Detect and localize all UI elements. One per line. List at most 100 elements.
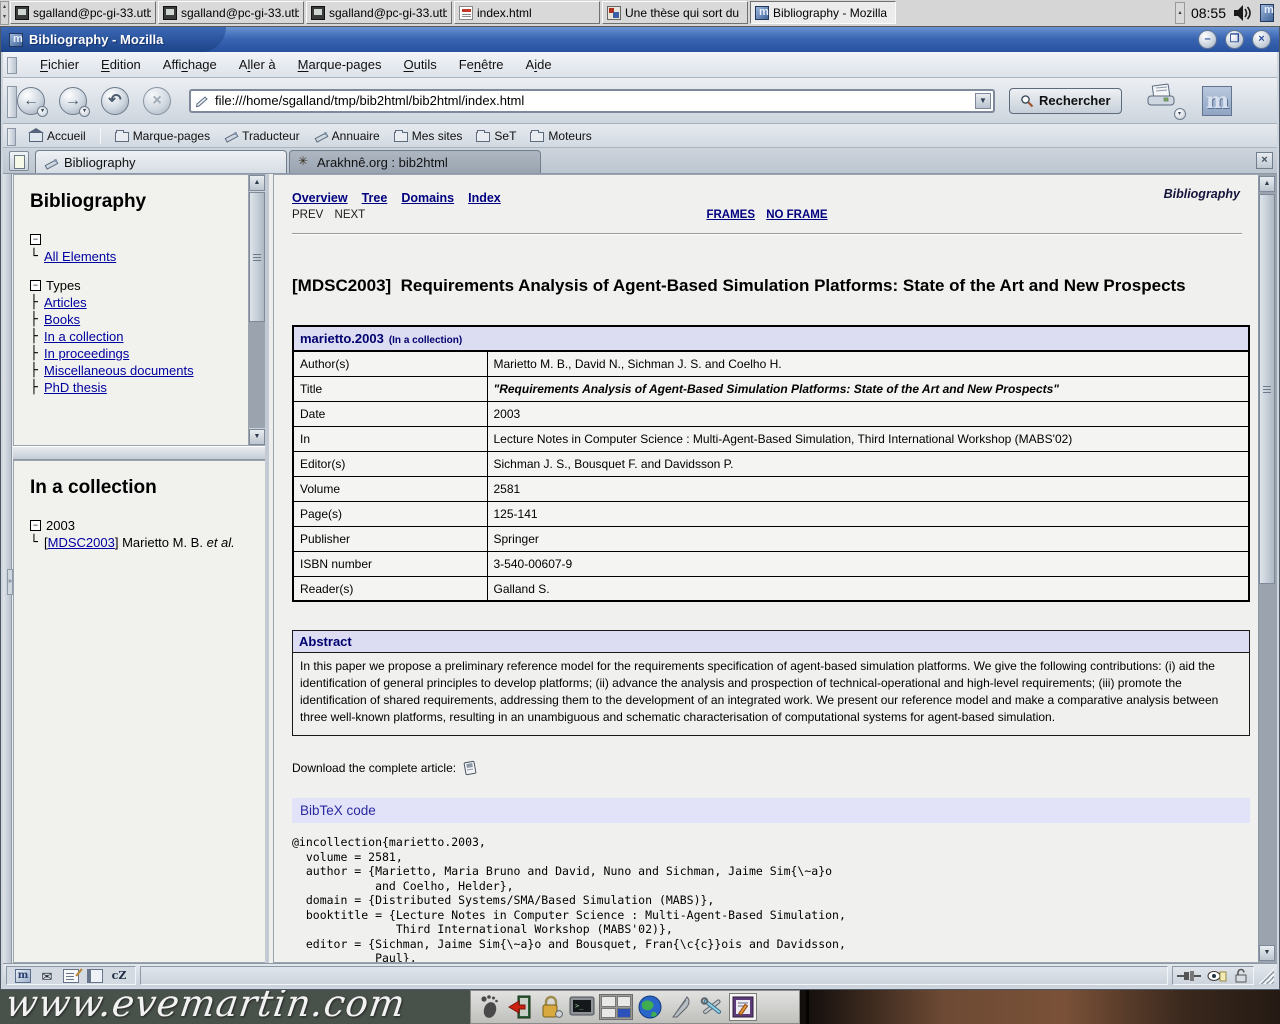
url-bookmark-icon[interactable] — [195, 93, 211, 109]
taskbar-window-button[interactable]: sgalland@pc-gi-33.utbn — [158, 1, 304, 24]
print-button[interactable]: ▾ — [1144, 83, 1178, 118]
maximize-button[interactable]: ❐ — [1225, 30, 1244, 49]
menu-fenêtre[interactable]: Fenêtre — [450, 54, 513, 75]
online-plug-icon[interactable] — [1177, 969, 1201, 983]
collapse-box-icon[interactable]: − — [30, 234, 41, 245]
link-in-proceedings[interactable]: In proceedings — [44, 346, 129, 361]
bookmark-annuaire[interactable]: Annuaire — [314, 129, 380, 143]
workspace-pager[interactable] — [599, 994, 633, 1020]
link-no-frame[interactable]: NO FRAME — [766, 209, 827, 221]
speaker-icon[interactable] — [1232, 3, 1254, 23]
chatzilla-component-icon[interactable]: cZ — [111, 969, 127, 983]
link-index[interactable]: Index — [468, 191, 501, 205]
scroll-down-button[interactable]: ▼ — [249, 429, 265, 445]
scroll-down-button[interactable]: ▼ — [1259, 945, 1275, 961]
print-dropdown[interactable]: ▾ — [1174, 108, 1186, 120]
forward-button[interactable]: →▾ — [59, 87, 87, 115]
menu-aller-à[interactable]: Aller à — [230, 54, 285, 75]
link-overview[interactable]: Overview — [292, 191, 348, 205]
gnome-menu-icon[interactable] — [475, 993, 503, 1021]
tab-list-button[interactable] — [9, 151, 29, 171]
bookmark-set[interactable]: SeT — [476, 129, 516, 143]
taskbar-window-label: index.html — [477, 6, 532, 20]
link-mdsc2003[interactable]: MDSC2003 — [48, 535, 115, 550]
bookmark-traducteur[interactable]: Traducteur — [224, 129, 300, 143]
link-miscellaneous-documents[interactable]: Miscellaneous documents — [44, 363, 194, 378]
mozilla-logo-button[interactable]: m — [1202, 86, 1232, 116]
sidebar-scrollbar[interactable]: ▲ ▼ — [248, 175, 265, 445]
cookie-eye-icon[interactable] — [1207, 969, 1227, 983]
forward-dropdown[interactable]: ▾ — [79, 106, 90, 117]
minimize-button[interactable]: – — [1198, 30, 1217, 49]
taskbar-window-button[interactable]: sgalland@pc-gi-33.utbn — [10, 1, 156, 24]
menu-fichier[interactable]: Fichier — [31, 54, 88, 75]
table-row: Volume2581 — [293, 476, 1249, 501]
close-button[interactable]: × — [1252, 30, 1271, 49]
scroll-thumb[interactable] — [1259, 194, 1275, 584]
taskbar-window-button[interactable]: Une thèse qui sort du lo — [602, 1, 748, 24]
link-books[interactable]: Books — [44, 312, 80, 327]
sidebar-splitter[interactable]: » — [3, 174, 12, 963]
menu-marque-pages[interactable]: Marque-pages — [289, 54, 391, 75]
security-lock-icon[interactable] — [1233, 968, 1249, 983]
web-browser-icon[interactable] — [636, 993, 664, 1021]
taskbar-window-button[interactable]: sgalland@pc-gi-33.utbn — [306, 1, 452, 24]
mozilla-tray-icon[interactable] — [1260, 4, 1274, 22]
scroll-thumb[interactable] — [249, 192, 265, 322]
collapse-box-icon[interactable]: − — [30, 280, 41, 291]
mail-component-icon[interactable] — [39, 969, 55, 983]
link-articles[interactable]: Articles — [44, 295, 87, 310]
taskbar-scroll-button[interactable]: ▴▾ — [0, 1, 9, 25]
link-all-elements[interactable]: All Elements — [44, 249, 116, 264]
bookmark-accueil[interactable]: Accueil — [29, 129, 86, 143]
link-frames[interactable]: FRAMES — [706, 209, 755, 221]
link-tree[interactable]: Tree — [362, 191, 388, 205]
tab-bibliography[interactable]: Bibliography — [35, 150, 287, 173]
menu-affichage[interactable]: Affichage — [154, 54, 226, 75]
download-article-icon[interactable] — [462, 760, 478, 776]
menu-aide[interactable]: Aide — [517, 54, 561, 75]
frame-divider[interactable] — [13, 446, 265, 460]
taskbar-window-button[interactable]: Bibliography - Mozilla — [750, 1, 896, 24]
search-button[interactable]: Rechercher — [1009, 88, 1122, 114]
quill-icon[interactable] — [667, 993, 695, 1021]
menu-edition[interactable]: Edition — [92, 54, 150, 75]
link-in-a-collection[interactable]: In a collection — [44, 329, 124, 344]
collapse-box-icon[interactable]: − — [30, 520, 41, 531]
folder-icon — [530, 132, 544, 142]
text-editor-icon[interactable] — [729, 993, 757, 1021]
tab-arakhn-org-bib2html[interactable]: Arakhnê.org : bib2html — [289, 150, 541, 173]
taskbar-window-label: sgalland@pc-gi-33.utbn — [181, 6, 299, 20]
lock-screen-icon[interactable] — [537, 993, 565, 1021]
terminal-icon — [15, 6, 29, 20]
logout-icon[interactable] — [506, 993, 534, 1021]
link-phd-thesis[interactable]: PhD thesis — [44, 380, 107, 395]
back-dropdown[interactable]: ▾ — [37, 106, 48, 117]
tab-close-button[interactable]: × — [1256, 152, 1273, 169]
main-scrollbar[interactable]: ▲ ▼ — [1258, 175, 1276, 962]
url-bar: ▼ — [189, 89, 995, 113]
bookmark-marque-pages[interactable]: Marque-pages — [115, 129, 210, 143]
stop-button[interactable]: × — [143, 87, 171, 115]
resize-grip[interactable] — [1257, 967, 1274, 984]
toolbar-separator — [100, 128, 101, 144]
scroll-up-button[interactable]: ▲ — [1259, 176, 1275, 192]
menu-outils[interactable]: Outils — [394, 54, 445, 75]
bookmark-moteurs[interactable]: Moteurs — [530, 129, 591, 143]
link-domains[interactable]: Domains — [401, 191, 454, 205]
taskbar-window-button[interactable]: index.html — [454, 1, 600, 24]
back-button[interactable]: ←▾ — [17, 87, 45, 115]
url-input[interactable] — [215, 93, 975, 108]
scroll-track[interactable] — [249, 322, 265, 428]
scroll-up-button[interactable]: ▲ — [249, 175, 265, 191]
addressbook-component-icon[interactable] — [87, 969, 103, 983]
reload-button[interactable]: ↶ — [101, 87, 129, 115]
navigator-component-icon[interactable]: m — [15, 969, 31, 983]
bookmark-mes-sites[interactable]: Mes sites — [394, 129, 463, 143]
tools-icon[interactable] — [698, 993, 726, 1021]
terminal-launcher-icon[interactable]: >_ — [568, 993, 596, 1021]
window-titlebar[interactable]: Bibliography - Mozilla – ❐ × — [1, 27, 1279, 52]
composer-component-icon[interactable] — [63, 969, 79, 983]
tray-collapse-button[interactable]: ▴ — [1175, 2, 1185, 24]
url-dropdown-button[interactable]: ▼ — [975, 93, 991, 109]
